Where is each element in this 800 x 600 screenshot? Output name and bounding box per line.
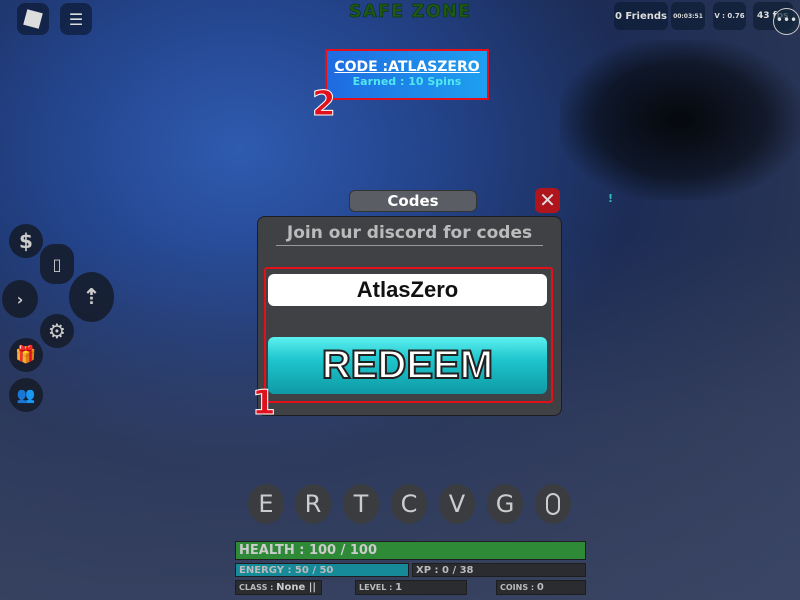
- more-options-button[interactable]: •••: [773, 8, 800, 35]
- mouse-icon: [546, 493, 560, 515]
- gear-icon: ⚙: [48, 319, 66, 343]
- settings-button[interactable]: ⚙: [40, 314, 74, 348]
- code-input[interactable]: [268, 274, 547, 306]
- mouse-button[interactable]: [535, 484, 571, 524]
- upgrade-button[interactable]: ⇡: [69, 272, 114, 322]
- key-r[interactable]: R: [295, 484, 331, 524]
- class-box: CLASS : None ||: [235, 580, 322, 595]
- redeem-button[interactable]: REDEEM: [268, 337, 547, 394]
- key-e[interactable]: E: [248, 484, 284, 524]
- level-box: LEVEL : 1: [355, 580, 467, 595]
- key-g[interactable]: G: [487, 484, 523, 524]
- shop-button[interactable]: $: [9, 224, 43, 258]
- chat-icon: ☰: [68, 9, 84, 29]
- annotation-2: 2: [312, 84, 337, 125]
- divider: [276, 245, 543, 246]
- inventory-button[interactable]: ▯: [40, 244, 74, 284]
- close-icon: ✕: [539, 188, 556, 212]
- key-c[interactable]: C: [391, 484, 427, 524]
- xp-text: XP : 0 / 38: [416, 564, 474, 576]
- energy-bar: ENERGY : 50 / 50: [235, 563, 409, 577]
- group-icon: 👥: [16, 386, 36, 404]
- code-reward: Earned : 10 Spins: [352, 75, 462, 88]
- coins-label: COINS :: [500, 583, 535, 592]
- class-value: None ||: [276, 582, 317, 593]
- code-title: CODE :ATLASZERO: [334, 59, 480, 75]
- health-bar: HEALTH : 100 / 100: [235, 541, 586, 560]
- backpack-icon: ▯: [52, 254, 62, 274]
- timer: 00:03:51: [671, 2, 705, 30]
- coins-value: 0: [536, 582, 544, 593]
- energy-text: ENERGY : 50 / 50: [239, 564, 334, 576]
- coins-box: COINS : 0: [496, 580, 586, 595]
- level-label: LEVEL :: [359, 583, 393, 592]
- key-t[interactable]: T: [343, 484, 379, 524]
- version: V : 0.76: [713, 2, 746, 30]
- level-value: 1: [395, 582, 403, 593]
- expand-button[interactable]: ›: [2, 280, 38, 318]
- xp-bar: XP : 0 / 38: [412, 563, 586, 577]
- friends-count[interactable]: 0 Friends: [614, 2, 668, 30]
- gift-icon: 🎁: [15, 345, 37, 365]
- key-v[interactable]: V: [439, 484, 475, 524]
- class-label: CLASS :: [239, 583, 274, 592]
- codes-tab[interactable]: Codes: [349, 190, 477, 212]
- party-button[interactable]: 👥: [9, 378, 43, 412]
- ellipsis-icon: •••: [775, 13, 798, 27]
- roblox-menu-button[interactable]: [17, 3, 49, 35]
- dialog-header: Join our discord for codes: [286, 223, 533, 243]
- chevron-right-icon: ›: [16, 289, 24, 309]
- roblox-logo-icon: [23, 9, 43, 29]
- code-banner: CODE :ATLASZERO Earned : 10 Spins: [325, 49, 489, 100]
- close-button[interactable]: ✕: [535, 188, 560, 213]
- notice-mark: !: [608, 192, 614, 205]
- health-text: HEALTH : 100 / 100: [239, 543, 378, 558]
- upload-arrow-icon: ⇡: [82, 284, 101, 310]
- annotation-1: 1: [252, 383, 277, 424]
- gift-button[interactable]: 🎁: [9, 338, 43, 372]
- dollar-icon: $: [19, 229, 33, 253]
- zone-label: SAFE ZONE: [348, 1, 472, 23]
- chat-button[interactable]: ☰: [60, 3, 92, 35]
